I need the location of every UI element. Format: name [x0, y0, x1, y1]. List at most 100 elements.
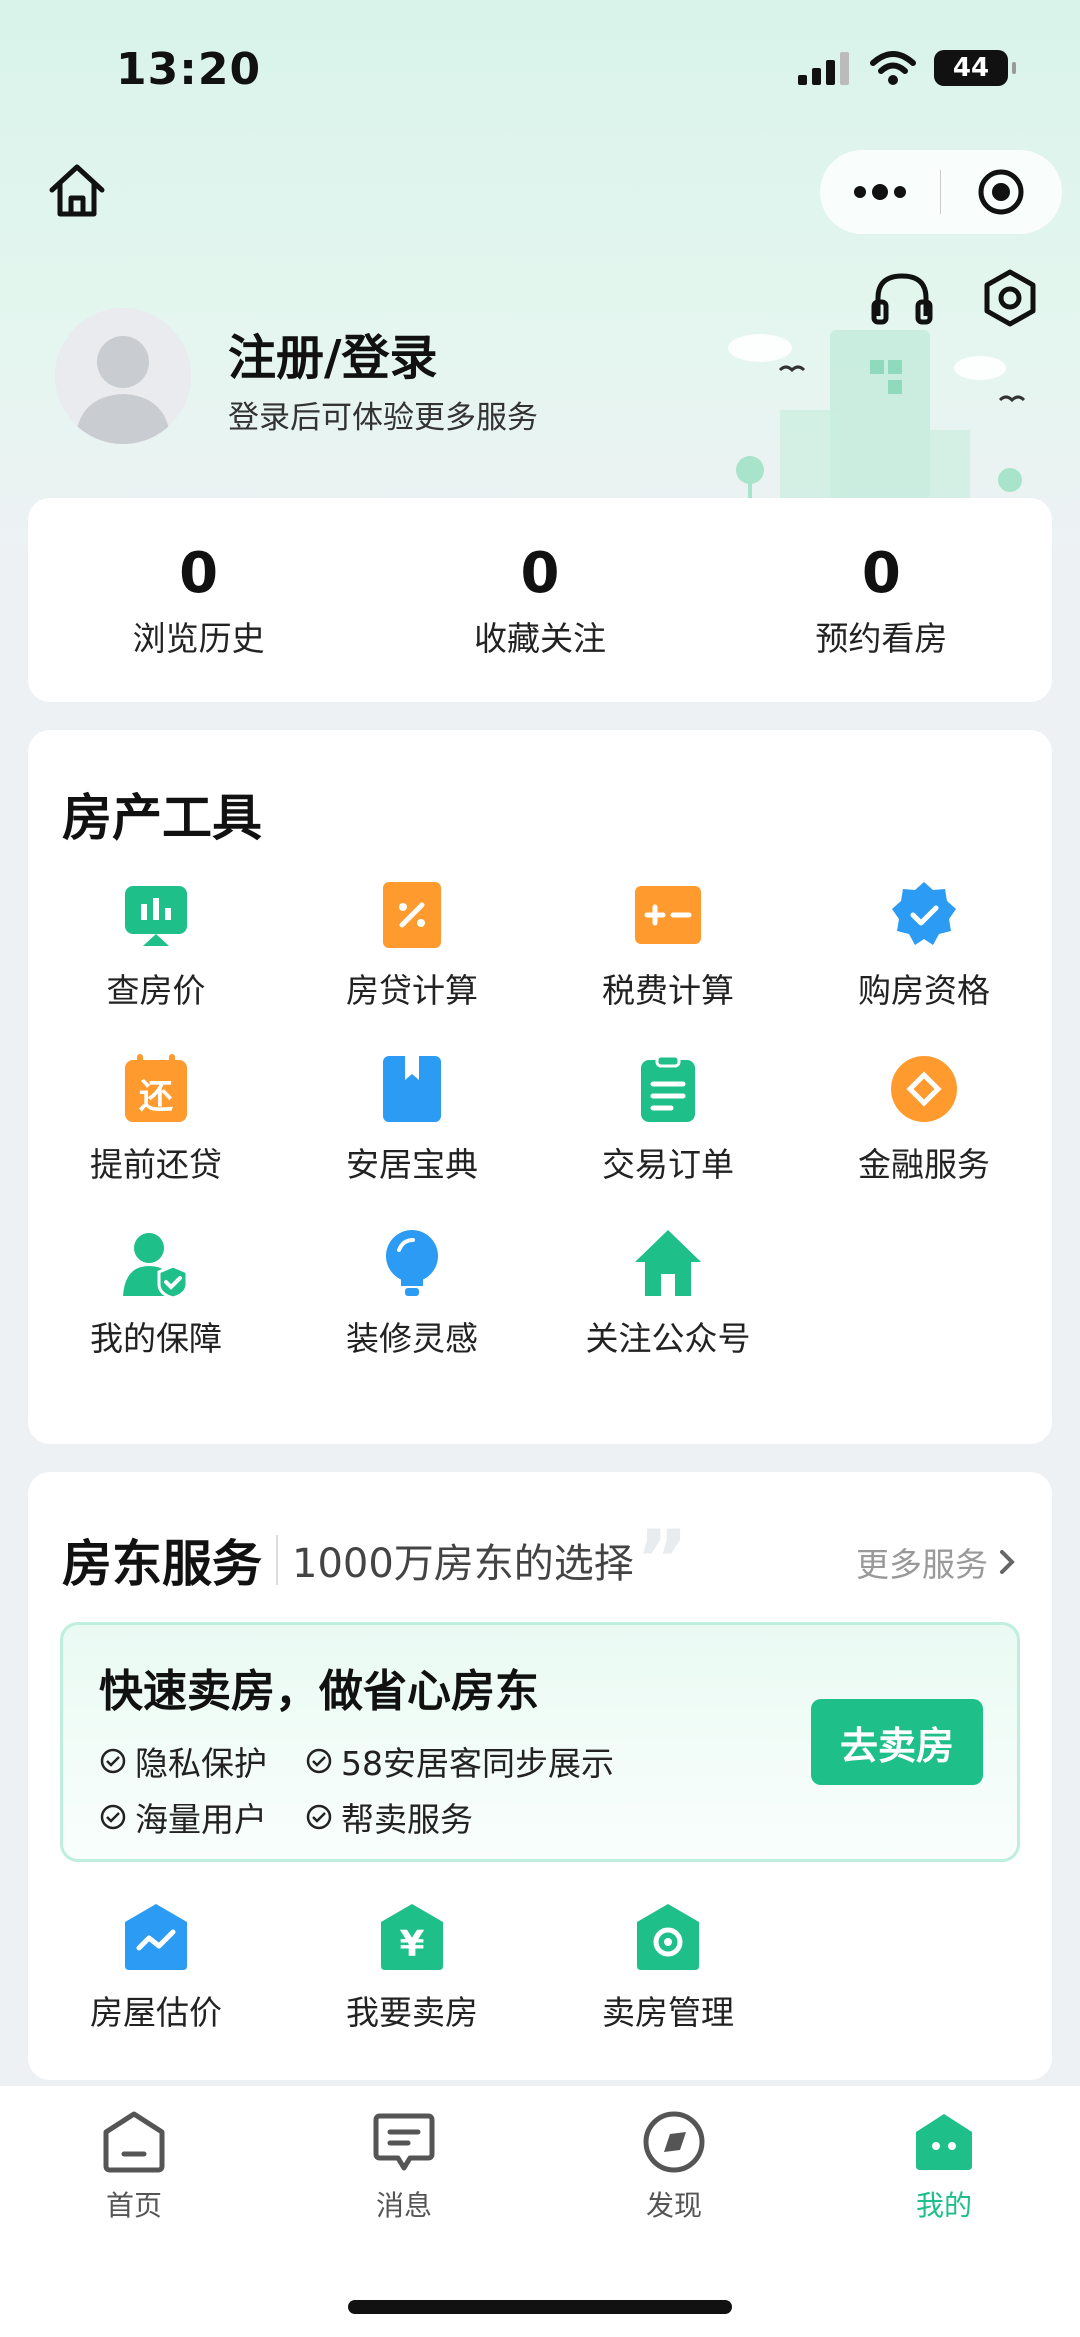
stat-history[interactable]: 0 浏览历史 — [28, 498, 369, 702]
close-program-button[interactable] — [941, 150, 1061, 234]
avatar[interactable] — [55, 308, 191, 444]
tool-label: 税费计算 — [602, 971, 734, 1010]
sell-manage-icon — [637, 1904, 699, 1970]
signal-icon — [798, 52, 849, 85]
stat-value: 0 — [179, 540, 219, 606]
discover-tab-icon — [643, 2111, 705, 2173]
tool-early-repay[interactable]: 还 提前还贷 — [28, 1054, 284, 1186]
login-title[interactable]: 注册/登录 — [228, 318, 438, 388]
tab-messages[interactable]: 消息 — [314, 2110, 494, 2224]
tool-label: 我要卖房 — [346, 1993, 478, 2032]
sell-promo-banner[interactable]: 快速卖房，做省心房东 隐私保护 58安居客同步展示 海量用户 帮卖服务 去卖房 — [60, 1622, 1020, 1862]
landlord-header: 房东服务 1000万房东的选择 ” — [62, 1513, 689, 1606]
tab-home[interactable]: 首页 — [44, 2110, 224, 2224]
guide-book-icon — [383, 1056, 441, 1122]
section-title: 房产工具 — [62, 789, 262, 847]
mini-program-capsule — [820, 150, 1062, 234]
check-circle-icon — [100, 1804, 126, 1830]
landlord-tools-grid: 房屋估价 ¥ 我要卖房 卖房管理 — [28, 1902, 1052, 2034]
tab-label: 发现 — [645, 2189, 702, 2222]
tool-label: 提前还贷 — [90, 1145, 222, 1184]
go-sell-button[interactable]: 去卖房 — [811, 1699, 983, 1785]
quote-mark-icon: ” — [635, 1513, 689, 1606]
check-circle-icon — [306, 1804, 332, 1830]
tool-label: 房屋估价 — [90, 1993, 222, 2032]
wifi-icon — [870, 51, 916, 85]
stat-value: 0 — [861, 540, 901, 606]
me-tab-icon — [916, 2114, 972, 2170]
stat-favorites[interactable]: 0 收藏关注 — [369, 498, 710, 702]
promo-title: 快速卖房，做省心房东 — [99, 1666, 539, 1717]
more-button[interactable] — [820, 150, 940, 234]
tool-orders[interactable]: 交易订单 — [540, 1054, 796, 1186]
tab-label: 消息 — [375, 2189, 432, 2222]
status-time: 13:20 — [116, 44, 262, 95]
tool-label: 金融服务 — [858, 1145, 990, 1184]
tool-valuation[interactable]: 房屋估价 — [28, 1902, 284, 2034]
tab-label: 我的 — [915, 2189, 972, 2222]
tool-label: 装修灵感 — [346, 1319, 478, 1358]
promo-feature: 隐私保护 — [99, 1737, 267, 1785]
more-dots-icon — [854, 184, 906, 200]
tool-protection[interactable]: 我的保障 — [28, 1228, 284, 1360]
message-tab-icon — [373, 2113, 435, 2171]
tab-label: 首页 — [105, 2189, 162, 2222]
tool-label: 卖房管理 — [602, 1993, 734, 2032]
property-tools-card: 房产工具 查房价 房贷计算 税费计算 购房资格 还 提前还贷 安居宝典 交易订单… — [28, 730, 1052, 1444]
stat-appointments[interactable]: 0 预约看房 — [711, 498, 1052, 702]
official-account-icon — [635, 1230, 701, 1296]
tool-sell-house[interactable]: ¥ 我要卖房 — [284, 1902, 540, 2034]
feature-text: 帮卖服务 — [341, 1800, 473, 1839]
home-button[interactable] — [44, 158, 110, 224]
tool-official-account[interactable]: 关注公众号 — [540, 1228, 796, 1360]
promo-feature: 58安居客同步展示 — [305, 1737, 614, 1785]
target-close-icon — [978, 169, 1024, 215]
feature-text: 隐私保护 — [135, 1744, 267, 1783]
city-illustration — [728, 330, 1026, 500]
check-circle-icon — [306, 1748, 332, 1774]
home-tab-icon — [103, 2111, 165, 2173]
section-subtitle: 1000万房东的选择 — [292, 1541, 634, 1587]
qualification-icon — [892, 882, 956, 945]
finance-icon — [891, 1056, 957, 1122]
more-label: 更多服务 — [856, 1545, 988, 1584]
bulb-icon — [386, 1230, 438, 1296]
home-outline-icon — [49, 164, 105, 217]
tools-grid: 查房价 房贷计算 税费计算 购房资格 还 提前还贷 安居宝典 交易订单 金融服务… — [28, 880, 1052, 1360]
tax-calc-icon — [635, 886, 701, 944]
tool-finance[interactable]: 金融服务 — [796, 1054, 1052, 1186]
tool-label: 房贷计算 — [346, 971, 478, 1010]
promo-feature: 帮卖服务 — [305, 1793, 473, 1841]
mortgage-calc-icon — [383, 882, 441, 948]
tool-label: 安居宝典 — [346, 1145, 478, 1184]
tool-label: 交易订单 — [602, 1145, 734, 1184]
tool-qualification[interactable]: 购房资格 — [796, 880, 1052, 1012]
tool-decoration[interactable]: 装修灵感 — [284, 1228, 540, 1360]
stat-value: 0 — [520, 540, 560, 606]
stat-label: 预约看房 — [815, 618, 948, 658]
tool-tax[interactable]: 税费计算 — [540, 880, 796, 1012]
status-icons: 44 — [798, 50, 1016, 86]
tool-guide-book[interactable]: 安居宝典 — [284, 1054, 540, 1186]
promo-feature: 海量用户 — [99, 1793, 267, 1841]
title-divider — [276, 1535, 278, 1585]
tool-mortgage[interactable]: 房贷计算 — [284, 880, 540, 1012]
house-price-icon — [125, 886, 187, 946]
tab-me[interactable]: 我的 — [854, 2110, 1034, 2224]
order-icon — [641, 1054, 695, 1122]
svg-text:还: 还 — [139, 1077, 174, 1117]
early-repay-icon: 还 — [125, 1054, 187, 1122]
tool-label: 关注公众号 — [585, 1319, 751, 1358]
feature-text: 58安居客同步展示 — [341, 1744, 614, 1783]
tool-label: 我的保障 — [90, 1319, 222, 1358]
stat-label: 收藏关注 — [473, 618, 606, 658]
more-services-link[interactable]: 更多服务 — [856, 1538, 1016, 1586]
tool-house-price[interactable]: 查房价 — [28, 880, 284, 1012]
default-avatar-icon — [75, 336, 171, 444]
tool-sell-manage[interactable]: 卖房管理 — [540, 1902, 796, 2034]
protection-icon — [123, 1233, 189, 1298]
tab-discover[interactable]: 发现 — [584, 2110, 764, 2224]
tool-label: 购房资格 — [858, 971, 990, 1010]
svg-text:¥: ¥ — [399, 1924, 424, 1965]
sell-house-icon: ¥ — [381, 1904, 443, 1970]
